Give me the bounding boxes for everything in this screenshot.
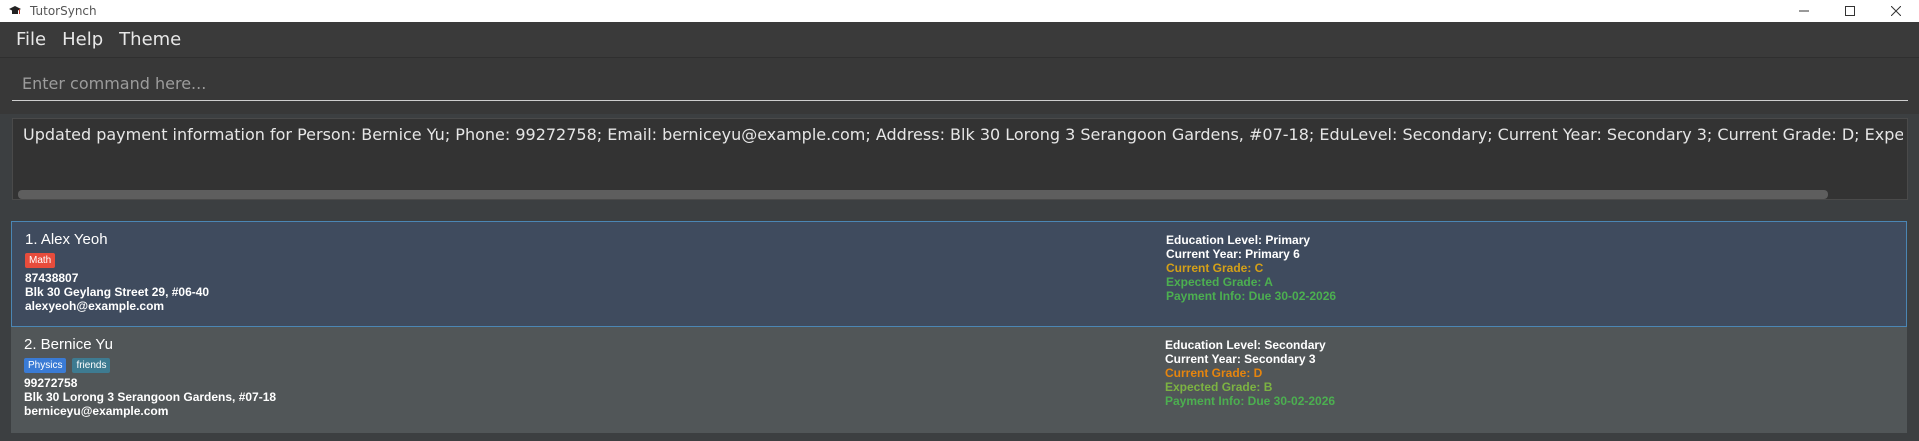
payment-info: Payment Info: Due 30-02-2026	[1166, 289, 1337, 303]
person-list[interactable]: 1. Alex Yeoh Math 87438807 Blk 30 Geylan…	[8, 218, 1910, 441]
payment-info: Payment Info: Due 30-02-2026	[1165, 394, 1336, 408]
close-icon	[1891, 6, 1901, 16]
minimize-button[interactable]	[1781, 0, 1827, 22]
person-name: 1. Alex Yeoh	[25, 231, 108, 248]
tag-list: Math	[25, 253, 56, 268]
tag: Math	[25, 253, 56, 268]
current-year: Current Year: Secondary 3	[1165, 352, 1316, 366]
expected-grade: Expected Grade: B	[1165, 380, 1273, 394]
command-input[interactable]	[12, 67, 1908, 101]
person-card[interactable]: 1. Alex Yeoh Math 87438807 Blk 30 Geylan…	[11, 221, 1907, 327]
person-phone: 99272758	[24, 376, 78, 390]
close-button[interactable]	[1873, 0, 1919, 22]
education-level: Education Level: Secondary	[1165, 338, 1326, 352]
person-email: berniceyu@example.com	[24, 404, 169, 418]
expected-grade: Expected Grade: A	[1166, 275, 1273, 289]
result-display[interactable]: Updated payment information for Person: …	[12, 118, 1908, 200]
person-address: Blk 30 Geylang Street 29, #06-40	[25, 285, 210, 299]
person-card[interactable]: 2. Bernice Yu Physics friends 99272758 B…	[11, 327, 1907, 433]
person-name: 2. Bernice Yu	[24, 336, 113, 353]
menu-theme[interactable]: Theme	[111, 29, 189, 50]
current-grade: Current Grade: D	[1165, 366, 1263, 380]
app-logo-icon	[9, 6, 21, 14]
command-area	[0, 58, 1919, 114]
title-bar: TutorSynch	[0, 0, 1919, 22]
tag: Physics	[24, 358, 67, 373]
person-phone: 87438807	[25, 271, 79, 285]
maximize-button[interactable]	[1827, 0, 1873, 22]
tag-list: Physics friends	[24, 358, 111, 373]
menu-file[interactable]: File	[8, 29, 54, 50]
tag: friends	[72, 358, 111, 373]
result-text: Updated payment information for Person: …	[23, 125, 1903, 144]
maximize-icon	[1845, 6, 1855, 16]
window-title: TutorSynch	[30, 4, 97, 18]
minimize-icon	[1799, 10, 1809, 12]
horizontal-scrollbar[interactable]	[18, 190, 1828, 199]
person-email: alexyeoh@example.com	[25, 299, 165, 313]
menu-help[interactable]: Help	[54, 29, 111, 50]
education-level: Education Level: Primary	[1166, 233, 1311, 247]
person-address: Blk 30 Lorong 3 Serangoon Gardens, #07-1…	[24, 390, 277, 404]
current-year: Current Year: Primary 6	[1166, 247, 1300, 261]
menu-bar: File Help Theme	[0, 22, 1919, 58]
current-grade: Current Grade: C	[1166, 261, 1264, 275]
